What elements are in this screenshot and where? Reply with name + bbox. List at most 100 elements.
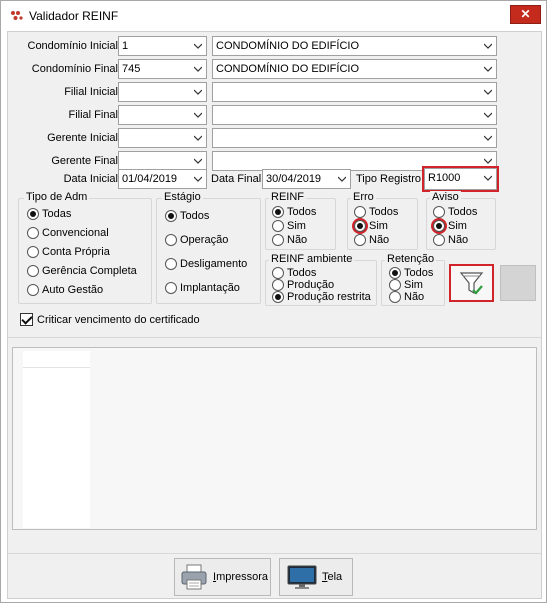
- aviso-nao[interactable]: Não: [433, 234, 468, 246]
- tipo-adm-convencional[interactable]: Convencional: [27, 227, 109, 239]
- filial-inicial-name-combo[interactable]: [212, 82, 497, 102]
- chevron-down-icon: [484, 66, 492, 72]
- filial-inicial-label: Filial Inicial: [64, 86, 118, 98]
- divider: [8, 337, 541, 338]
- reinf-title: REINF: [269, 191, 306, 203]
- erro-title: Erro: [351, 191, 376, 203]
- radio-icon: [272, 279, 284, 291]
- reinf-nao[interactable]: Não: [272, 234, 307, 246]
- bottom-toolbar: Impressora Tela: [8, 554, 541, 599]
- retencao-todos[interactable]: Todos: [389, 267, 433, 279]
- chevron-down-icon: [194, 176, 202, 182]
- radio-icon: [27, 265, 39, 277]
- chevron-down-icon: [194, 158, 202, 164]
- radio-icon: [354, 234, 366, 246]
- filter-button[interactable]: [449, 264, 494, 302]
- retencao-sim[interactable]: Sim: [389, 279, 423, 291]
- radio-icon: [389, 279, 401, 291]
- condominio-final-code-combo[interactable]: 745: [118, 59, 207, 79]
- gerente-inicial-code-combo[interactable]: [118, 128, 207, 148]
- data-inicial-picker[interactable]: 01/04/2019: [118, 169, 207, 189]
- radio-checked-icon: [272, 291, 284, 303]
- tipo-adm-auto-gestao[interactable]: Auto Gestão: [27, 284, 103, 296]
- chevron-down-icon: [338, 176, 346, 182]
- retencao-nao[interactable]: Não: [389, 291, 424, 303]
- tipo-adm-todas[interactable]: Todas: [27, 208, 71, 220]
- radio-checked-icon: [389, 267, 401, 279]
- criticar-vencimento-checkbox[interactable]: Criticar vencimento do certificado: [20, 313, 200, 326]
- aviso-sim[interactable]: Sim: [433, 220, 467, 232]
- reinf-sim[interactable]: Sim: [272, 220, 306, 232]
- tipo-adm-conta-propria[interactable]: Conta Própria: [27, 246, 110, 258]
- radio-checked-icon: [27, 208, 39, 220]
- impressora-button[interactable]: Impressora: [174, 558, 271, 596]
- radio-icon: [433, 234, 445, 246]
- chevron-down-icon: [484, 112, 492, 118]
- condominio-final-name-combo[interactable]: CONDOMÍNIO DO EDIFÍCIO: [212, 59, 497, 79]
- filial-inicial-code-combo[interactable]: [118, 82, 207, 102]
- checkbox-checked-icon: [20, 313, 33, 326]
- estagio-title: Estágio: [162, 191, 203, 203]
- chevron-down-icon: [194, 112, 202, 118]
- grid-column: [23, 351, 90, 528]
- window-title: Validador REINF: [29, 9, 119, 23]
- chevron-down-icon: [484, 89, 492, 95]
- radio-icon: [27, 284, 39, 296]
- reinf-logo-icon: [11, 11, 23, 20]
- radio-icon: [272, 267, 284, 279]
- estagio-todos[interactable]: Todos: [165, 210, 209, 222]
- reinf-ambiente-todos[interactable]: Todos: [272, 267, 316, 279]
- close-button[interactable]: ✕: [510, 5, 541, 24]
- gerente-inicial-label: Gerente Inicial: [47, 132, 118, 144]
- data-inicial-label: Data Inicial: [63, 173, 118, 185]
- reinf-ambiente-title: REINF ambiente: [269, 253, 355, 265]
- chevron-down-icon: [194, 89, 202, 95]
- tela-button[interactable]: Tela: [279, 558, 353, 596]
- data-final-picker[interactable]: 30/04/2019: [262, 169, 351, 189]
- gerente-inicial-name-combo[interactable]: [212, 128, 497, 148]
- tipo-adm-gerencia-completa[interactable]: Gerência Completa: [27, 265, 137, 277]
- radio-checked-icon: [354, 220, 366, 232]
- radio-checked-icon: [165, 210, 177, 222]
- reinf-todos[interactable]: Todos: [272, 206, 316, 218]
- chevron-down-icon: [194, 43, 202, 49]
- radio-icon: [272, 220, 284, 232]
- filial-final-name-combo[interactable]: [212, 105, 497, 125]
- radio-icon: [27, 246, 39, 258]
- reinf-ambiente-producao-restrita[interactable]: Produção restrita: [272, 291, 371, 303]
- aviso-todos[interactable]: Todos: [433, 206, 477, 218]
- results-grid[interactable]: [12, 347, 537, 530]
- erro-nao[interactable]: Não: [354, 234, 389, 246]
- radio-checked-icon: [272, 206, 284, 218]
- data-final-label: Data Final: [211, 173, 262, 185]
- retencao-title: Retenção: [385, 253, 437, 265]
- radio-icon: [354, 206, 366, 218]
- grid-header: [23, 351, 90, 368]
- chevron-down-icon: [484, 43, 492, 49]
- radio-icon: [272, 234, 284, 246]
- tipo-adm-title: Tipo de Adm: [24, 191, 90, 203]
- gerente-final-label: Gerente Final: [51, 155, 118, 167]
- aviso-title: Aviso: [430, 191, 461, 203]
- radio-checked-icon: [433, 220, 445, 232]
- tipo-registro-combo[interactable]: R1000: [422, 166, 499, 192]
- radio-icon: [389, 291, 401, 303]
- condominio-inicial-code-combo[interactable]: 1: [118, 36, 207, 56]
- chevron-down-icon: [484, 135, 492, 141]
- erro-sim[interactable]: Sim: [354, 220, 388, 232]
- disabled-button[interactable]: [500, 265, 536, 301]
- radio-icon: [433, 206, 445, 218]
- condominio-inicial-name-combo[interactable]: CONDOMÍNIO DO EDIFÍCIO: [212, 36, 497, 56]
- chevron-down-icon: [484, 158, 492, 164]
- estagio-operacao[interactable]: Operação: [165, 234, 228, 246]
- erro-todos[interactable]: Todos: [354, 206, 398, 218]
- gerente-final-code-combo[interactable]: [118, 151, 207, 171]
- estagio-implantacao[interactable]: Implantação: [165, 282, 240, 294]
- reinf-ambiente-producao[interactable]: Produção: [272, 279, 334, 291]
- title-bar: Validador REINF ✕: [1, 1, 546, 31]
- printer-icon: [181, 564, 207, 590]
- filial-final-code-combo[interactable]: [118, 105, 207, 125]
- main-panel: Condomínio Inicial 1 CONDOMÍNIO DO EDIFÍ…: [7, 31, 542, 599]
- radio-icon: [27, 227, 39, 239]
- estagio-desligamento[interactable]: Desligamento: [165, 258, 247, 270]
